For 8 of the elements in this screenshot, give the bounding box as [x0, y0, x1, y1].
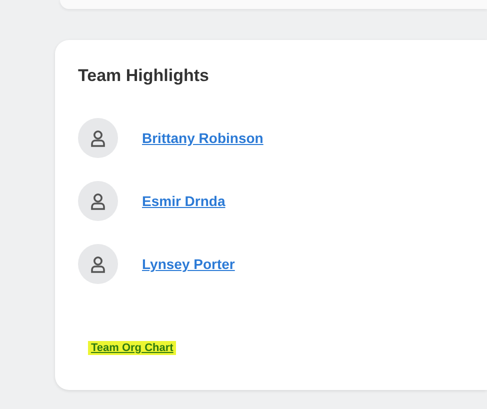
avatar-icon [78, 181, 118, 221]
avatar-icon [78, 244, 118, 284]
org-chart-link[interactable]: Team Org Chart [88, 341, 176, 355]
member-link[interactable]: Brittany Robinson [142, 130, 264, 146]
member-link[interactable]: Lynsey Porter [142, 256, 235, 272]
avatar-icon [78, 118, 118, 158]
member-link[interactable]: Esmir Drnda [142, 193, 226, 209]
card-title: Team Highlights [78, 66, 209, 86]
